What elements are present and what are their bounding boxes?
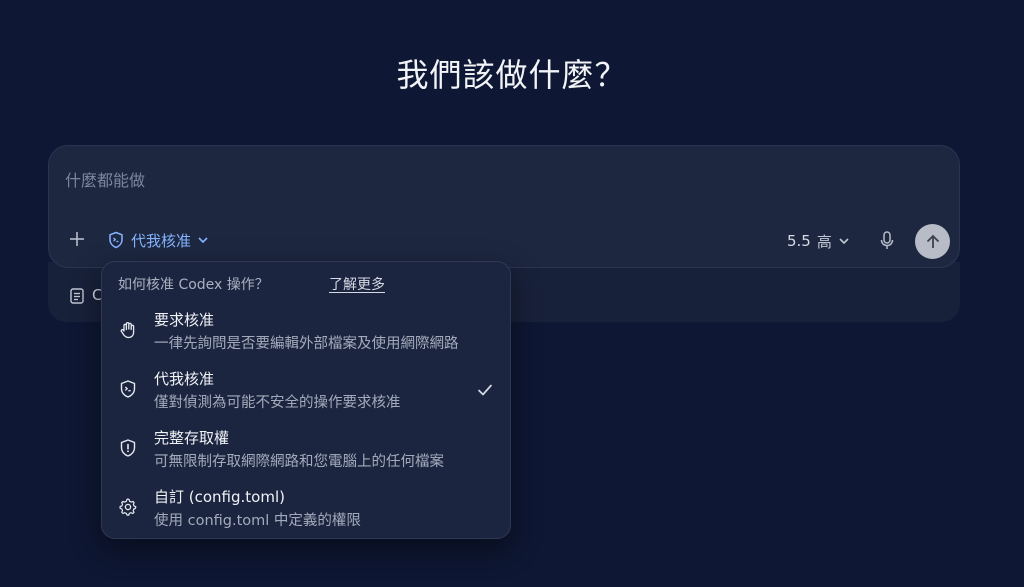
voice-input-button[interactable] xyxy=(877,230,897,252)
model-selector[interactable]: 5.5 高 xyxy=(787,230,850,252)
option-description: 可無限制存取網際網路和您電腦上的任何檔案 xyxy=(154,454,444,470)
plus-icon xyxy=(70,232,84,246)
gear-icon xyxy=(119,498,137,516)
approval-mode-label: 代我核准 xyxy=(131,231,192,250)
option-name: 代我核准 xyxy=(154,370,215,388)
option-name: 完整存取權 xyxy=(154,429,230,447)
shield-terminal-icon xyxy=(120,380,136,398)
effort-level: 高 xyxy=(816,232,832,251)
prompt-input[interactable]: 什麼都能做 xyxy=(65,167,145,191)
menu-item-custom-config[interactable]: 自訂 (config.toml) 使用 config.toml 中定義的權限 xyxy=(102,483,512,539)
learn-more-link[interactable]: 了解更多 xyxy=(329,274,385,294)
arrow-up-icon xyxy=(926,234,939,248)
menu-item-full-access[interactable]: 完整存取權 可無限制存取網際網路和您電腦上的任何檔案 xyxy=(102,424,512,480)
chevron-down-icon xyxy=(198,237,208,244)
approval-mode-menu: 如何核准 Codex 操作？ 了解更多 要求核准 一律先詢問是否要編輯外部檔案及… xyxy=(101,261,511,539)
option-description: 使用 config.toml 中定義的權限 xyxy=(154,513,361,529)
page-title: 我們該做什麼？ xyxy=(396,56,628,94)
add-attachment-button[interactable] xyxy=(67,229,87,249)
send-button[interactable] xyxy=(915,224,950,259)
shield-alert-icon xyxy=(120,439,136,457)
menu-item-auto-approve[interactable]: 代我核准 僅對偵測為可能不安全的操作要求核准 xyxy=(102,365,512,421)
composer: 什麼都能做 代我核准 5.5 高 xyxy=(48,145,960,268)
menu-heading: 如何核准 Codex 操作？ xyxy=(118,277,269,293)
chevron-down-icon xyxy=(839,238,849,245)
document-icon xyxy=(70,288,84,304)
option-description: 一律先詢問是否要編輯外部檔案及使用網際網路 xyxy=(154,336,459,352)
hand-icon xyxy=(120,322,135,339)
option-name: 要求核准 xyxy=(154,311,215,329)
option-name: 自訂 (config.toml) xyxy=(154,488,285,506)
microphone-icon xyxy=(880,231,894,249)
approval-mode-button[interactable]: 代我核准 xyxy=(107,229,209,251)
checkmark-icon xyxy=(478,384,492,396)
menu-item-ask-approval[interactable]: 要求核准 一律先詢問是否要編輯外部檔案及使用網際網路 xyxy=(102,306,512,362)
model-version: 5.5 xyxy=(787,232,811,250)
option-description: 僅對偵測為可能不安全的操作要求核准 xyxy=(154,395,401,411)
shield-terminal-icon xyxy=(109,231,123,249)
